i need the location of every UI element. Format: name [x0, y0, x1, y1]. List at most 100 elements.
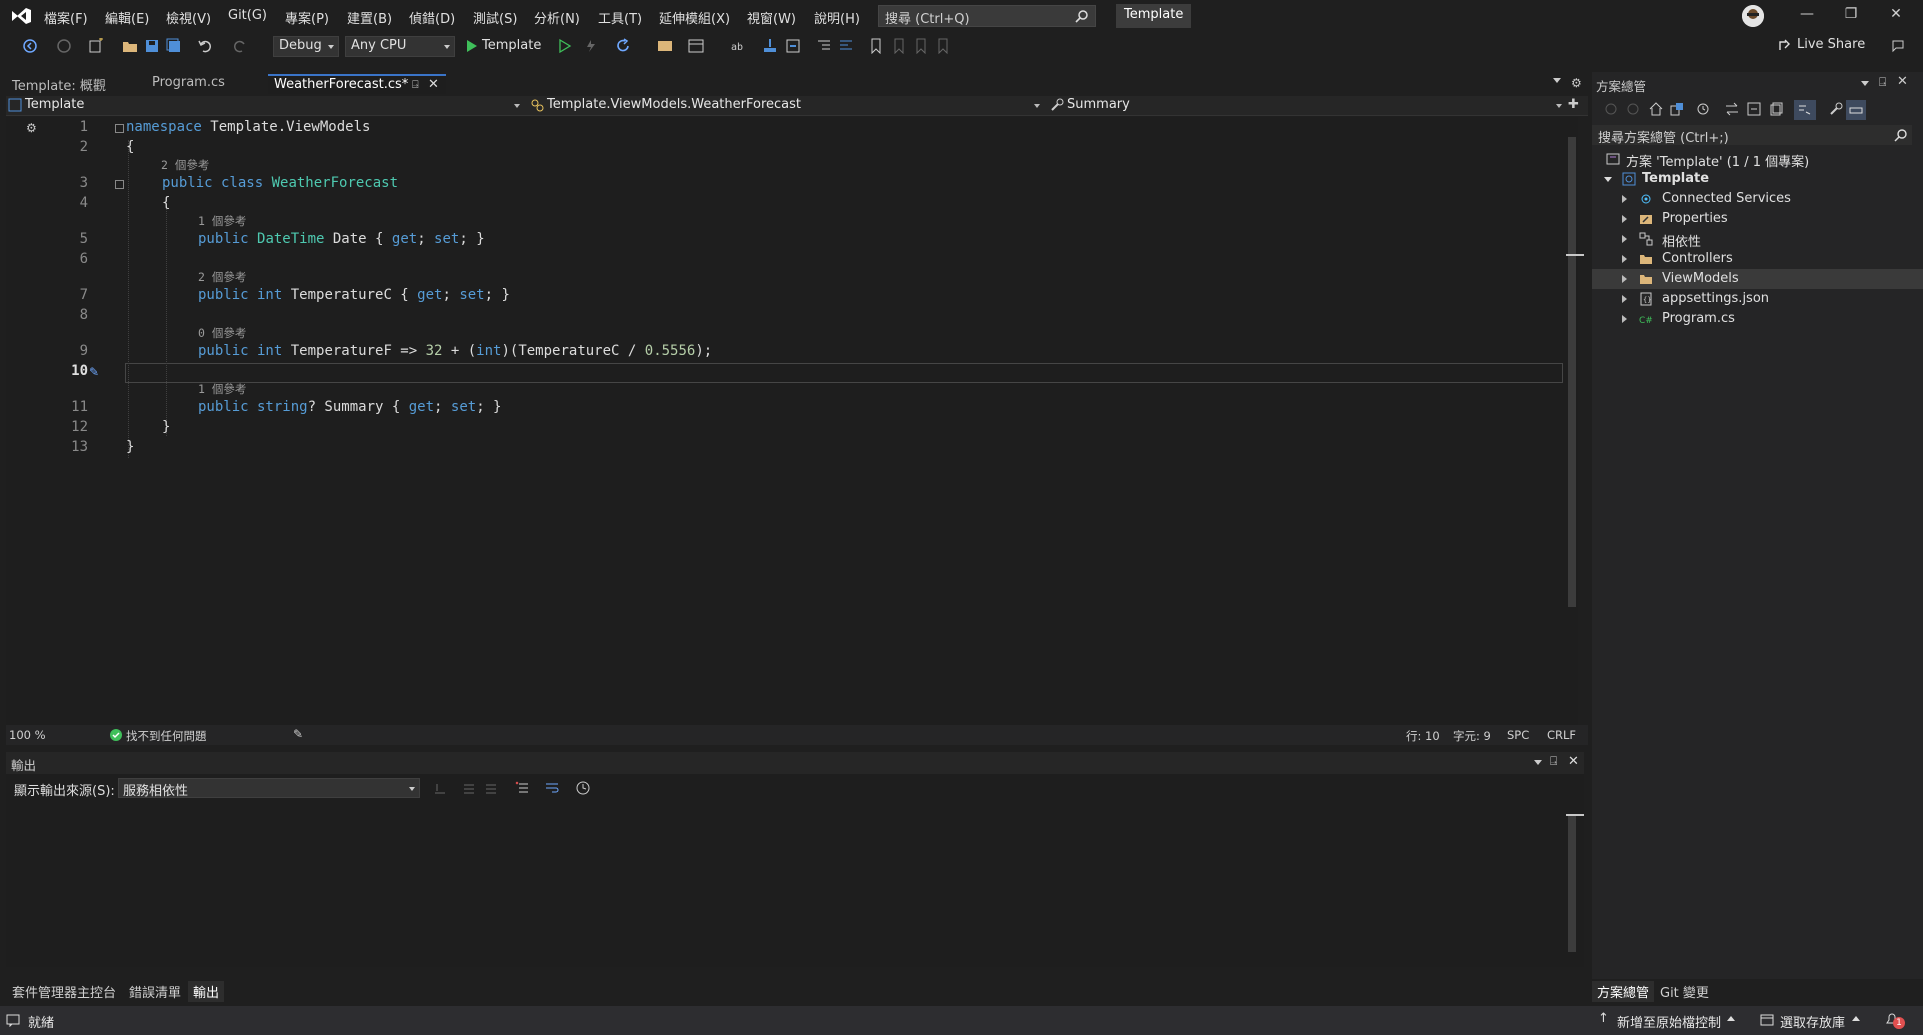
menu-extensions[interactable]: 延伸模組(X)	[659, 8, 730, 27]
minimize-icon[interactable]: —	[1797, 6, 1817, 26]
select-repository-button[interactable]: 選取存放庫	[1780, 1012, 1845, 1031]
output-pin-icon[interactable]: ⍈	[1550, 754, 1557, 769]
find-message-icon[interactable]	[433, 781, 447, 795]
output-vertical-scrollbar[interactable]	[1566, 802, 1584, 967]
cursor-column[interactable]: 字元: 9	[1453, 728, 1491, 744]
global-search-input[interactable]: 搜尋 (Ctrl+Q)	[878, 5, 1096, 27]
output-dropdown-icon[interactable]	[1534, 760, 1542, 765]
menu-tools[interactable]: 工具(T)	[598, 8, 642, 27]
collapse-namespace-icon[interactable]	[115, 124, 124, 133]
visual-studio-logo-icon[interactable]	[10, 7, 32, 25]
outdent-icon[interactable]	[816, 38, 832, 54]
codelens-references[interactable]: 2 個參考	[198, 269, 246, 285]
step-into-icon[interactable]	[762, 38, 778, 54]
output-source-select[interactable]: 服務相依性	[118, 778, 420, 799]
se-sync-icon[interactable]	[1725, 102, 1739, 116]
output-status-icon[interactable]	[6, 1013, 20, 1027]
editor-vertical-scrollbar[interactable]	[1566, 117, 1584, 725]
issues-status[interactable]: 找不到任何問題	[126, 728, 207, 744]
prev-message-icon[interactable]	[462, 781, 476, 795]
solution-explorer-pin-icon[interactable]: ⍈	[1879, 75, 1886, 90]
collapsed-chevron-icon[interactable]	[1622, 235, 1627, 243]
layout-icon[interactable]	[688, 38, 704, 54]
menu-build[interactable]: 建置(B)	[347, 8, 392, 27]
menu-help[interactable]: 說明(H)	[814, 8, 860, 27]
tab-output[interactable]: 輸出	[188, 981, 225, 1002]
tree-project-template[interactable]: Template	[1592, 169, 1923, 189]
code-cleanup-brush-icon[interactable]: ✎	[293, 727, 303, 741]
start-without-debugging-icon[interactable]	[557, 38, 573, 54]
collapsed-chevron-icon[interactable]	[1622, 215, 1627, 223]
tree-solution-node[interactable]: 方案 'Template' (1 / 1 個專案)	[1592, 149, 1923, 170]
tab-program-cs[interactable]: Program.cs	[146, 74, 268, 94]
tab-error-list[interactable]: 錯誤清單	[124, 981, 186, 1002]
codelens-references[interactable]: 0 個參考	[198, 325, 246, 341]
menu-test[interactable]: 測試(S)	[473, 8, 517, 27]
se-home-icon[interactable]	[1649, 102, 1663, 116]
se-switch-views-icon[interactable]	[1670, 102, 1684, 116]
collapsed-chevron-icon[interactable]	[1622, 255, 1627, 263]
next-bookmark-icon[interactable]	[913, 38, 929, 54]
tree-item-dependencies[interactable]: 相依性	[1592, 229, 1923, 250]
tree-item-viewmodels[interactable]: ViewModels	[1592, 269, 1923, 289]
tree-item-controllers[interactable]: Controllers	[1592, 249, 1923, 269]
timestamp-clock-icon[interactable]	[576, 781, 590, 795]
tab-package-manager-console[interactable]: 套件管理器主控台	[7, 981, 121, 1002]
redo-icon[interactable]	[232, 38, 248, 54]
solution-explorer-close-icon[interactable]: ✕	[1897, 74, 1908, 89]
collapse-class-icon[interactable]	[115, 180, 124, 189]
comment-icon[interactable]: ab	[730, 38, 746, 54]
menu-git[interactable]: Git(G)	[228, 8, 267, 23]
se-back-icon[interactable]	[1604, 102, 1618, 116]
new-project-icon[interactable]	[88, 38, 104, 54]
se-forward-icon[interactable]	[1626, 102, 1640, 116]
feedback-icon[interactable]	[1890, 38, 1906, 54]
add-to-source-control-button[interactable]: 新增至原始檔控制	[1617, 1012, 1721, 1031]
navigate-forward-icon[interactable]	[56, 38, 72, 54]
user-avatar[interactable]	[1742, 5, 1764, 27]
tab-solution-explorer[interactable]: 方案總管	[1592, 981, 1655, 1002]
menu-file[interactable]: 檔案(F)	[44, 8, 88, 27]
se-preview-selected-icon[interactable]	[1794, 100, 1816, 120]
collapsed-chevron-icon[interactable]	[1622, 195, 1627, 203]
tree-item-connected-services[interactable]: Connected Services	[1592, 189, 1923, 209]
edit-brush-icon[interactable]: ✎	[89, 365, 99, 379]
line-ending[interactable]: CRLF	[1547, 728, 1576, 742]
refresh-icon[interactable]	[615, 38, 631, 54]
tree-item-program-cs[interactable]: C# Program.cs	[1592, 309, 1923, 329]
menu-window[interactable]: 視窗(W)	[747, 8, 796, 27]
tree-item-properties[interactable]: Properties	[1592, 209, 1923, 229]
solution-configuration-select[interactable]: Debug	[273, 36, 339, 57]
clear-all-icon[interactable]	[515, 781, 529, 795]
collapsed-chevron-icon[interactable]	[1622, 295, 1627, 303]
start-debugging-button[interactable]: Template	[462, 36, 545, 57]
solution-explorer-dropdown-icon[interactable]	[1861, 81, 1869, 86]
indent-icon[interactable]	[838, 38, 854, 54]
bookmark-icon[interactable]	[868, 38, 884, 54]
next-message-icon[interactable]	[484, 781, 498, 795]
close-tab-icon[interactable]: ✕	[428, 77, 439, 92]
tab-template-overview[interactable]: Template: 概觀	[6, 74, 146, 94]
step-over-icon[interactable]	[785, 38, 801, 54]
se-properties-wrench-icon[interactable]	[1829, 102, 1843, 116]
type-nav-dropdown[interactable]: Template.ViewModels.WeatherForecast	[530, 97, 1044, 115]
output-text-area[interactable]	[6, 802, 1568, 967]
navigate-back-icon[interactable]	[22, 38, 38, 54]
live-share-button[interactable]: Live Share	[1778, 37, 1865, 52]
codelens-references[interactable]: 1 個參考	[198, 213, 246, 229]
close-window-icon[interactable]: ✕	[1886, 6, 1906, 26]
codelens-references[interactable]: 2 個參考	[161, 157, 209, 173]
tab-weatherforecast-cs[interactable]: WeatherForecast.cs* ⍈ ✕	[268, 74, 446, 94]
collapsed-chevron-icon[interactable]	[1622, 315, 1627, 323]
output-close-icon[interactable]: ✕	[1568, 754, 1579, 769]
project-nav-dropdown[interactable]: Template	[8, 97, 524, 115]
prev-bookmark-icon[interactable]	[891, 38, 907, 54]
hot-reload-icon[interactable]	[583, 38, 599, 54]
save-all-icon[interactable]	[166, 38, 182, 54]
se-pin-view-icon[interactable]	[1846, 100, 1866, 120]
undo-icon[interactable]	[197, 38, 213, 54]
browse-icon[interactable]	[657, 38, 673, 54]
code-editor[interactable]	[6, 117, 1570, 725]
menu-edit[interactable]: 編輯(E)	[105, 8, 149, 27]
codelens-references[interactable]: 1 個參考	[198, 381, 246, 397]
